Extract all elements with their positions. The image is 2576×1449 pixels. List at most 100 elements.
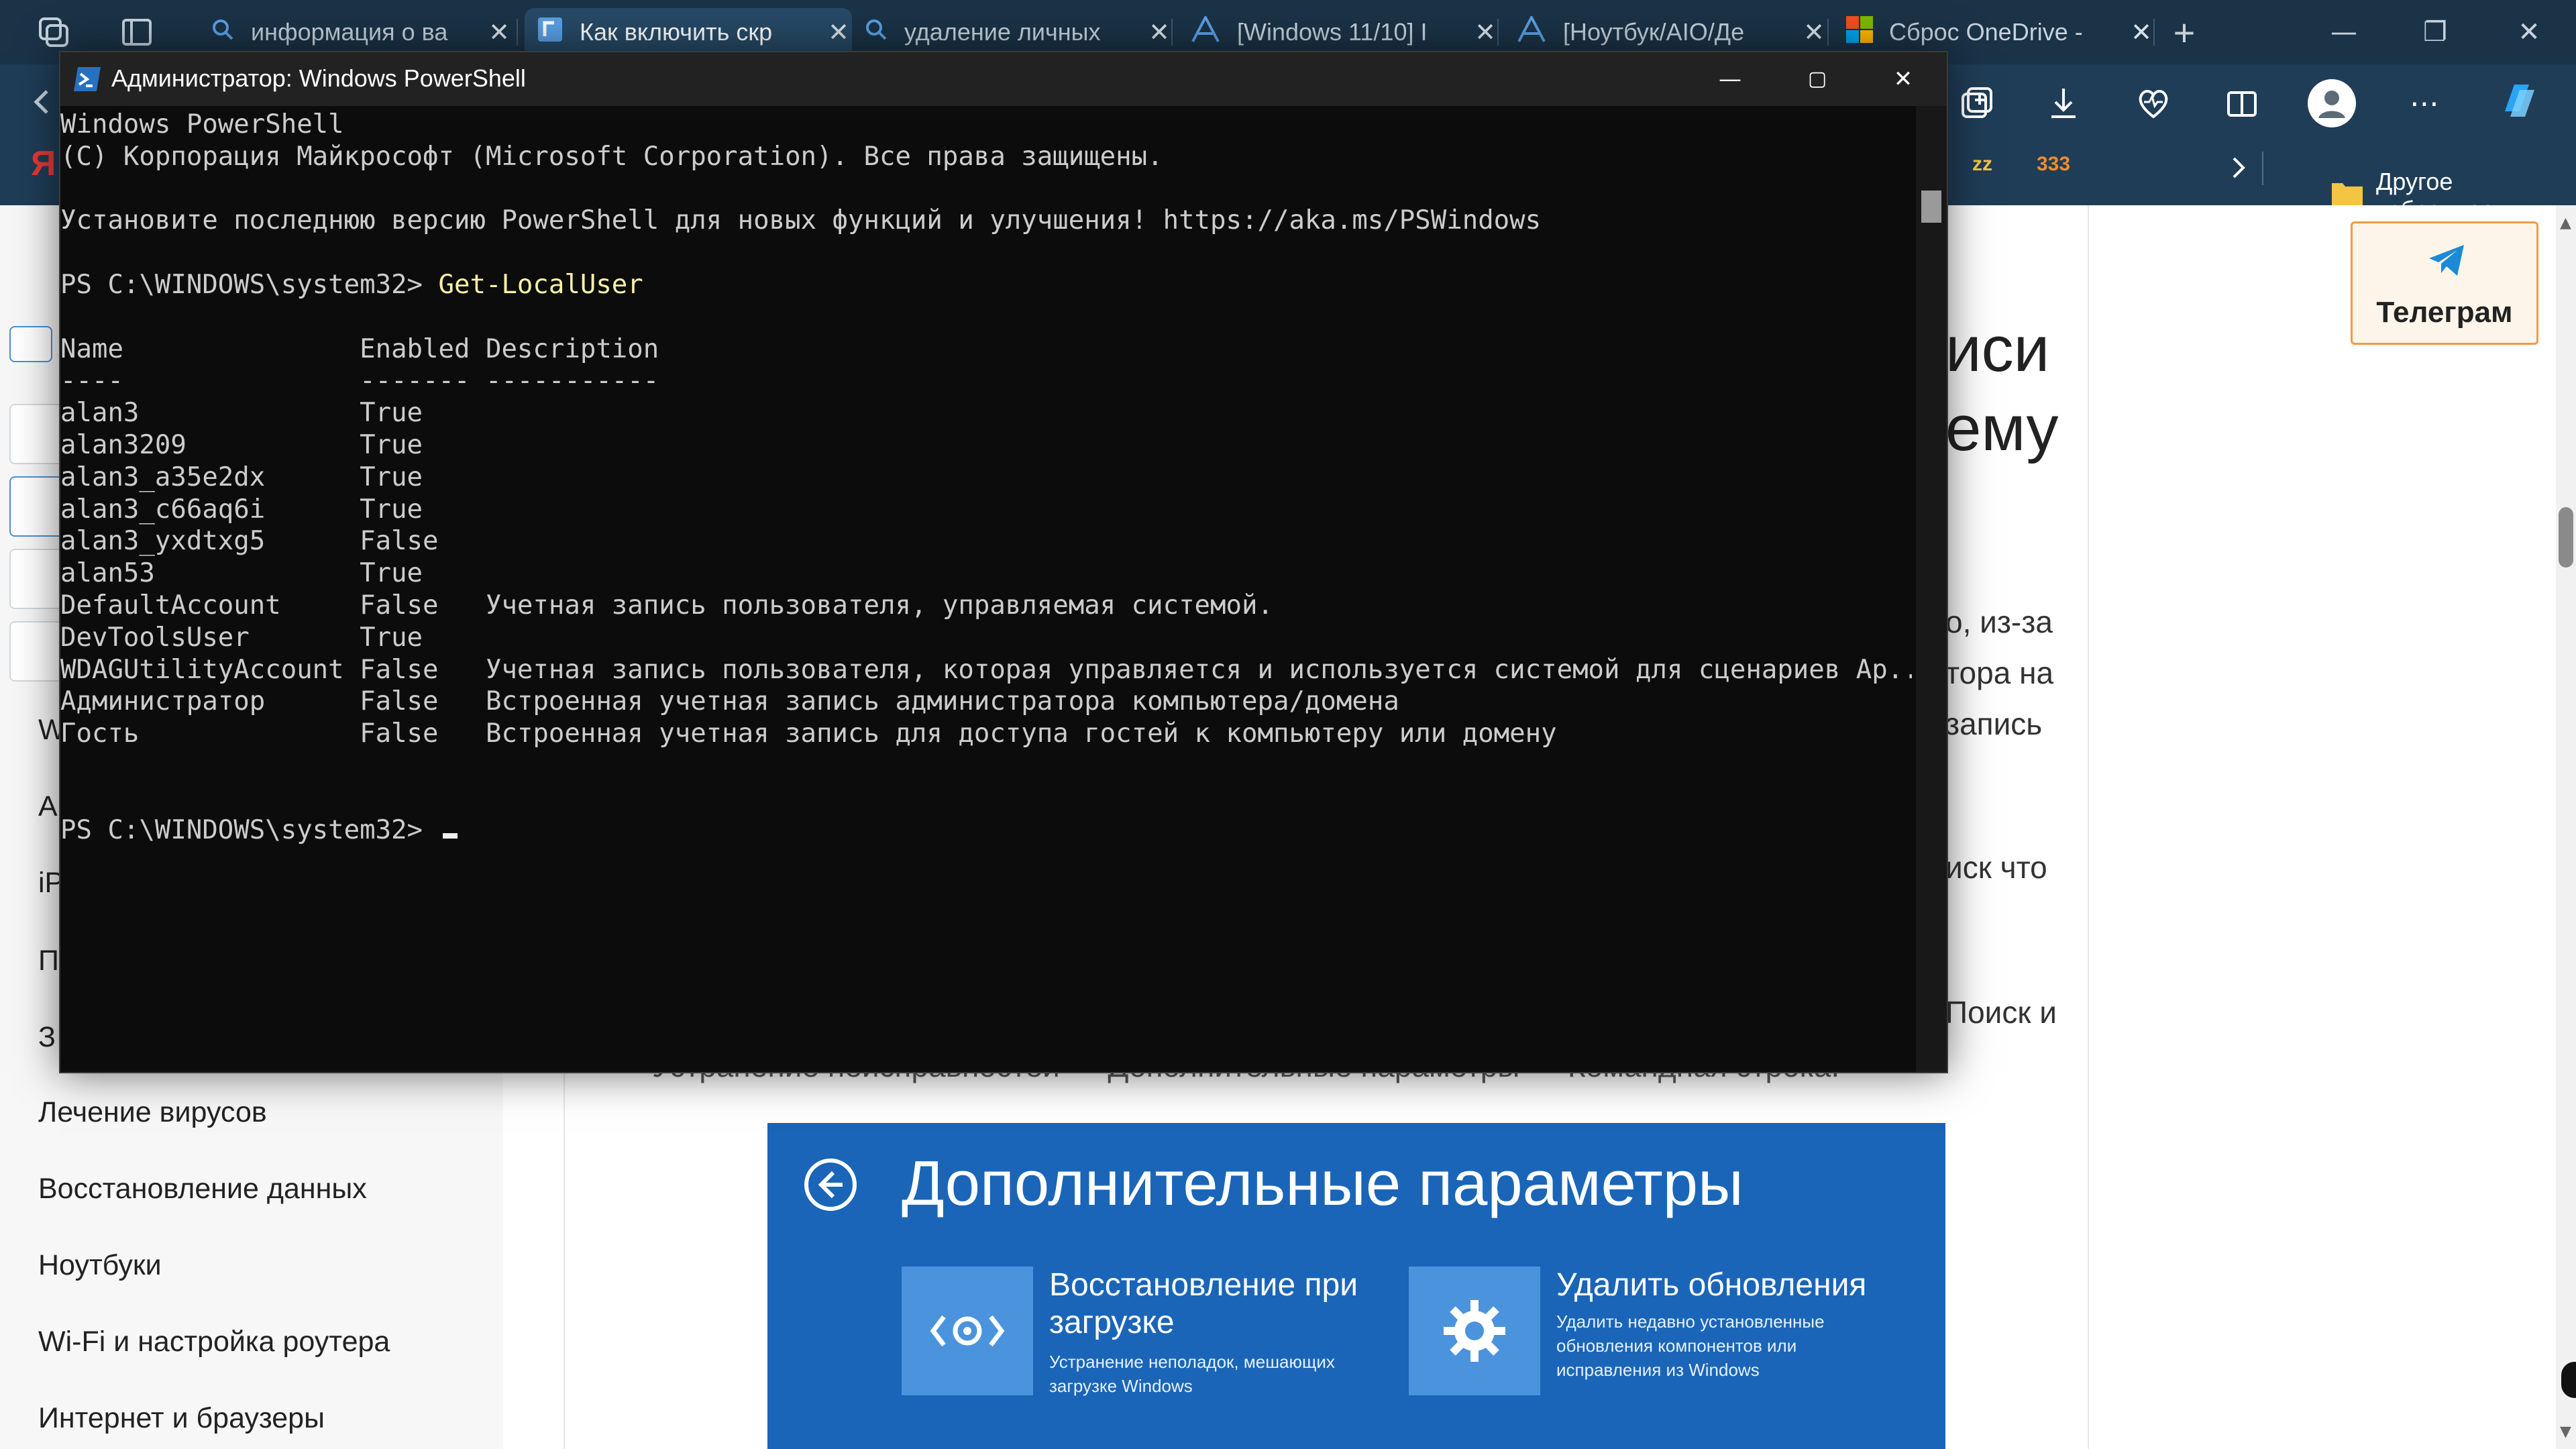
tab-divider	[1171, 19, 1173, 46]
tab-title: [Windows 11/10] I	[1237, 18, 1428, 46]
console-command: Get-LocalUser	[438, 270, 643, 300]
console-line: alan3_yxdtxg5 False	[60, 526, 439, 557]
close-tab-icon[interactable]: ✕	[1801, 17, 1827, 48]
profile-avatar-icon[interactable]	[2305, 76, 2359, 130]
browser-tab-active[interactable]: Как включить скр ✕	[525, 8, 852, 56]
browser-tab[interactable]: [Ноутбук/AIO/Де ✕	[1504, 8, 1827, 56]
option-description: Удалить недавно установленные обновления…	[1556, 1311, 1825, 1380]
console-line: alan3 True	[60, 398, 423, 429]
chevron-right-icon[interactable]	[2211, 141, 2265, 195]
sidebar-item-partial[interactable]: З	[38, 1021, 56, 1054]
console-line: DevToolsUser True	[60, 622, 423, 653]
powershell-console[interactable]: Windows PowerShell (C) Корпорация Майкрос…	[60, 106, 1912, 1072]
article-text-fragment: Поиск и	[1945, 995, 2057, 1030]
option-title: Удалить обновления	[1556, 1267, 1867, 1303]
tab-title: информация о ва	[251, 18, 448, 46]
tab-title: Как включить скр	[580, 18, 773, 46]
console-scrollbar[interactable]	[1916, 106, 1947, 1072]
article-text-fragment: иск что	[1945, 850, 2047, 885]
floating-widget[interactable]	[2561, 1362, 2576, 1398]
browser-tab[interactable]: удаление личных ✕	[852, 8, 1173, 56]
console-prompt-line: PS C:\WINDOWS\system32> Get-LocalUser	[60, 269, 643, 301]
gear-icon	[1409, 1267, 1540, 1395]
sidebar-item-partial[interactable]: A	[38, 790, 58, 823]
close-tab-icon[interactable]: ✕	[486, 17, 513, 48]
powershell-titlebar[interactable]: Администратор: Windows PowerShell — ▢ ✕	[60, 52, 1947, 106]
sidebar-item-partial[interactable]: П	[38, 945, 59, 977]
console-line: alan3_a35e2dx True	[60, 462, 423, 492]
article-heading-fragment: ему	[1945, 392, 2059, 464]
site-icon	[537, 16, 564, 49]
favorite-fragment[interactable]: 333	[2037, 153, 2070, 176]
console-scroll-thumb[interactable]	[1921, 191, 1941, 223]
close-tab-icon[interactable]: ✕	[2128, 17, 2155, 48]
console-prompt: PS C:\WINDOWS\system32>	[60, 814, 439, 845]
console-line: ---- ------- -----------	[60, 366, 659, 396]
collections-icon[interactable]	[1949, 76, 2003, 130]
close-window-icon[interactable]: ✕	[2502, 11, 2556, 54]
sidebar-item-virus-removal[interactable]: Лечение вирусов	[38, 1096, 267, 1129]
console-line: WDAGUtilityAccount False Учетная запись …	[60, 654, 1912, 685]
extensions-icon[interactable]	[2215, 76, 2269, 130]
telegram-label: Телеграм	[2376, 296, 2513, 329]
sidebar-item-wifi-router[interactable]: Wi-Fi и настройка роутера	[38, 1326, 390, 1358]
ps-close-icon[interactable]: ✕	[1860, 52, 1947, 106]
scroll-up-icon[interactable]: ▲	[2560, 215, 2571, 231]
tab-divider	[1827, 19, 1829, 46]
telegram-button[interactable]: Телеграм	[2351, 221, 2538, 345]
tab-divider	[517, 19, 518, 46]
recovery-title: Дополнительные параметры	[902, 1148, 1743, 1218]
close-tab-icon[interactable]: ✕	[1146, 17, 1173, 48]
sidebar-box[interactable]	[9, 476, 66, 537]
sidebar-box[interactable]	[9, 621, 66, 682]
console-line: alan53 True	[60, 558, 423, 589]
downloads-icon[interactable]	[2037, 76, 2090, 130]
brand-fragment: Я	[31, 144, 56, 183]
console-cursor	[442, 833, 458, 839]
browser-tab[interactable]: Сброс OneDrive - ✕	[1834, 8, 2155, 56]
telegram-icon	[2428, 244, 2465, 280]
recovery-options-image: Дополнительные параметры Восстановление …	[767, 1123, 1945, 1449]
sidebar-box[interactable]	[9, 549, 66, 609]
scrollbar-thumb[interactable]	[2559, 507, 2573, 568]
more-options-icon[interactable]: ⋯	[2398, 76, 2451, 130]
sidebar-box[interactable]	[9, 326, 52, 362]
close-tab-icon[interactable]: ✕	[1472, 17, 1499, 48]
tab-title: удаление личных	[904, 18, 1101, 46]
maximize-icon[interactable]: ❐	[2408, 11, 2462, 54]
scroll-down-icon[interactable]: ▼	[2560, 1424, 2571, 1440]
console-line: alan3_c66aq6i True	[60, 494, 423, 525]
article-heading-fragment: иси	[1945, 313, 2050, 385]
powershell-window[interactable]: Администратор: Windows PowerShell — ▢ ✕ …	[59, 51, 1948, 1073]
console-line: alan3209 True	[60, 430, 423, 460]
startup-repair-icon	[902, 1267, 1033, 1395]
content-border	[2088, 205, 2089, 1449]
sidebar-item-internet-browsers[interactable]: Интернет и браузеры	[38, 1402, 325, 1435]
sidebar-box[interactable]	[9, 404, 66, 464]
article-text-fragment: тора на	[1945, 655, 2054, 690]
console-line: Установите последнюю версию PowerShell д…	[60, 205, 1542, 236]
console-line: Windows PowerShell	[60, 109, 344, 140]
sidebar-item-data-recovery[interactable]: Восстановление данных	[38, 1173, 367, 1205]
browser-essentials-icon[interactable]	[2127, 76, 2180, 130]
powershell-icon	[72, 64, 102, 97]
browser-tab[interactable]: [Windows 11/10] I ✕	[1178, 8, 1499, 56]
copilot-icon[interactable]	[2493, 74, 2546, 127]
powershell-title: Администратор: Windows PowerShell	[111, 64, 526, 92]
browser-tab[interactable]: информация о ва ✕	[199, 8, 513, 56]
search-icon	[211, 17, 235, 48]
sidebar-item-laptops[interactable]: Ноутбуки	[38, 1249, 162, 1282]
tab-divider	[2153, 19, 2155, 46]
new-tab-button[interactable]: +	[2157, 8, 2211, 56]
favorite-fragment[interactable]: zz	[1972, 153, 1992, 176]
minimize-icon[interactable]: —	[2317, 11, 2371, 54]
close-tab-icon[interactable]: ✕	[825, 17, 852, 48]
console-line: Администратор False Встроенная учетная з…	[60, 686, 1399, 717]
ps-minimize-icon[interactable]: —	[1686, 52, 1774, 106]
page-scrollbar[interactable]: ▲ ▼	[2556, 205, 2576, 1449]
console-line: (C) Корпорация Майкрософт (Microsoft Cor…	[60, 141, 1163, 172]
console-line: Name Enabled Description	[60, 333, 659, 364]
toolbar-divider	[2262, 152, 2263, 185]
article-text-fragment: запись	[1945, 706, 2043, 741]
ps-maximize-icon[interactable]: ▢	[1774, 52, 1861, 106]
